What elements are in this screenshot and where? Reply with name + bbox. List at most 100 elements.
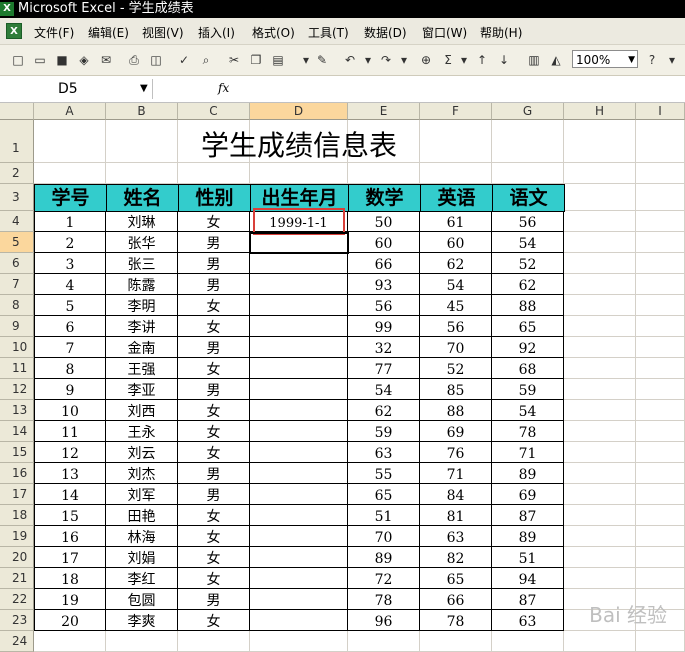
table-cell[interactable]: 54 [492, 232, 564, 253]
copy-icon[interactable]: ❐ [248, 52, 264, 68]
drawing-icon[interactable]: ◭ [548, 52, 564, 68]
table-cell[interactable]: 55 [348, 463, 420, 484]
table-cell[interactable]: 刘娟 [106, 547, 178, 568]
table-cell[interactable]: 62 [348, 400, 420, 421]
table-cell[interactable]: 11 [34, 421, 106, 442]
table-cell[interactable] [250, 295, 348, 316]
grid-cell[interactable] [564, 120, 636, 163]
table-cell[interactable]: 63 [492, 610, 564, 631]
column-header-i[interactable]: I [636, 103, 685, 120]
grid-cell[interactable] [564, 568, 636, 589]
email-icon[interactable]: ✉ [98, 52, 114, 68]
table-cell[interactable]: 72 [348, 568, 420, 589]
table-cell[interactable] [250, 442, 348, 463]
table-cell[interactable]: 田艳 [106, 505, 178, 526]
spelling-icon[interactable]: ✓ [176, 52, 192, 68]
grid-cell[interactable] [636, 253, 685, 274]
table-cell[interactable]: 女 [178, 526, 250, 547]
grid-cell[interactable] [348, 163, 420, 184]
row-header-16[interactable]: 16 [0, 463, 34, 484]
grid-cell[interactable] [564, 211, 636, 232]
table-cell[interactable]: 63 [420, 526, 492, 547]
table-cell[interactable]: 78 [420, 610, 492, 631]
grid-cell[interactable] [564, 316, 636, 337]
grid-cell[interactable] [636, 232, 685, 253]
table-cell[interactable]: 女 [178, 505, 250, 526]
sort-descending-icon[interactable]: ↓ [496, 52, 512, 68]
table-cell[interactable]: 2 [34, 232, 106, 253]
menu-data[interactable]: 数据(D) [364, 24, 407, 41]
table-cell[interactable]: 81 [420, 505, 492, 526]
table-cell[interactable]: 88 [492, 295, 564, 316]
table-cell[interactable] [250, 337, 348, 358]
table-cell[interactable]: 刘杰 [106, 463, 178, 484]
table-cell[interactable]: 89 [492, 463, 564, 484]
research-icon[interactable]: ⌕ [198, 52, 214, 68]
table-cell[interactable]: 6 [34, 316, 106, 337]
table-cell[interactable]: 99 [348, 316, 420, 337]
table-cell[interactable]: 王强 [106, 358, 178, 379]
grid-cell[interactable] [106, 163, 178, 184]
table-cell[interactable]: 女 [178, 358, 250, 379]
table-cell[interactable]: 96 [348, 610, 420, 631]
table-cell[interactable]: 60 [420, 232, 492, 253]
menu-edit[interactable]: 编辑(E) [88, 24, 129, 41]
table-header-cell[interactable]: 姓名 [106, 184, 179, 212]
table-cell[interactable]: 林海 [106, 526, 178, 547]
grid-cell[interactable] [636, 120, 685, 163]
table-cell[interactable]: 男 [178, 337, 250, 358]
table-cell[interactable]: 14 [34, 484, 106, 505]
autosum-dropdown-icon[interactable]: ▾ [456, 52, 472, 68]
row-header-12[interactable]: 12 [0, 379, 34, 400]
grid-cell[interactable] [636, 505, 685, 526]
table-cell[interactable] [250, 379, 348, 400]
document-icon[interactable]: X [6, 23, 22, 39]
table-cell[interactable]: 84 [420, 484, 492, 505]
grid-cell[interactable] [636, 274, 685, 295]
table-cell[interactable]: 女 [178, 421, 250, 442]
table-cell[interactable]: 88 [420, 400, 492, 421]
table-cell[interactable]: 77 [348, 358, 420, 379]
table-cell[interactable]: 65 [420, 568, 492, 589]
table-cell[interactable]: 76 [420, 442, 492, 463]
permission-icon[interactable]: ◈ [76, 52, 92, 68]
row-header-23[interactable]: 23 [0, 610, 34, 631]
table-cell[interactable]: 8 [34, 358, 106, 379]
open-icon[interactable]: ▭ [32, 52, 48, 68]
name-box[interactable]: D5 ▼ [2, 79, 153, 99]
table-cell[interactable]: 51 [348, 505, 420, 526]
table-header-cell[interactable]: 语文 [492, 184, 565, 212]
menu-view[interactable]: 视图(V) [142, 24, 184, 41]
table-cell[interactable]: 92 [492, 337, 564, 358]
menu-tools[interactable]: 工具(T) [308, 24, 349, 41]
grid-cell[interactable] [34, 163, 106, 184]
chart-wizard-icon[interactable]: ▥ [526, 52, 542, 68]
table-cell[interactable] [250, 316, 348, 337]
grid-cell[interactable] [636, 526, 685, 547]
paste-icon[interactable]: ▤ [270, 52, 286, 68]
table-cell[interactable] [250, 463, 348, 484]
table-cell[interactable]: 51 [492, 547, 564, 568]
table-cell[interactable] [250, 526, 348, 547]
row-header-2[interactable]: 2 [0, 163, 34, 184]
table-cell[interactable]: 59 [492, 379, 564, 400]
grid-cell[interactable] [564, 337, 636, 358]
table-cell[interactable]: 12 [34, 442, 106, 463]
undo-dropdown-icon[interactable]: ▾ [360, 52, 376, 68]
row-header-1[interactable]: 1 [0, 120, 34, 163]
table-cell[interactable]: 71 [420, 463, 492, 484]
grid-cell[interactable] [564, 232, 636, 253]
redo-icon[interactable]: ↷ [378, 52, 394, 68]
fx-icon[interactable]: fx [218, 81, 229, 95]
table-cell[interactable]: 62 [420, 253, 492, 274]
sort-ascending-icon[interactable]: ↑ [474, 52, 490, 68]
table-cell[interactable]: 9 [34, 379, 106, 400]
row-header-14[interactable]: 14 [0, 421, 34, 442]
table-cell[interactable] [250, 400, 348, 421]
grid-cell[interactable] [564, 379, 636, 400]
column-header-g[interactable]: G [492, 103, 564, 120]
table-cell[interactable]: 85 [420, 379, 492, 400]
grid-cell[interactable] [636, 547, 685, 568]
grid-cell[interactable] [492, 163, 564, 184]
table-cell[interactable]: 82 [420, 547, 492, 568]
